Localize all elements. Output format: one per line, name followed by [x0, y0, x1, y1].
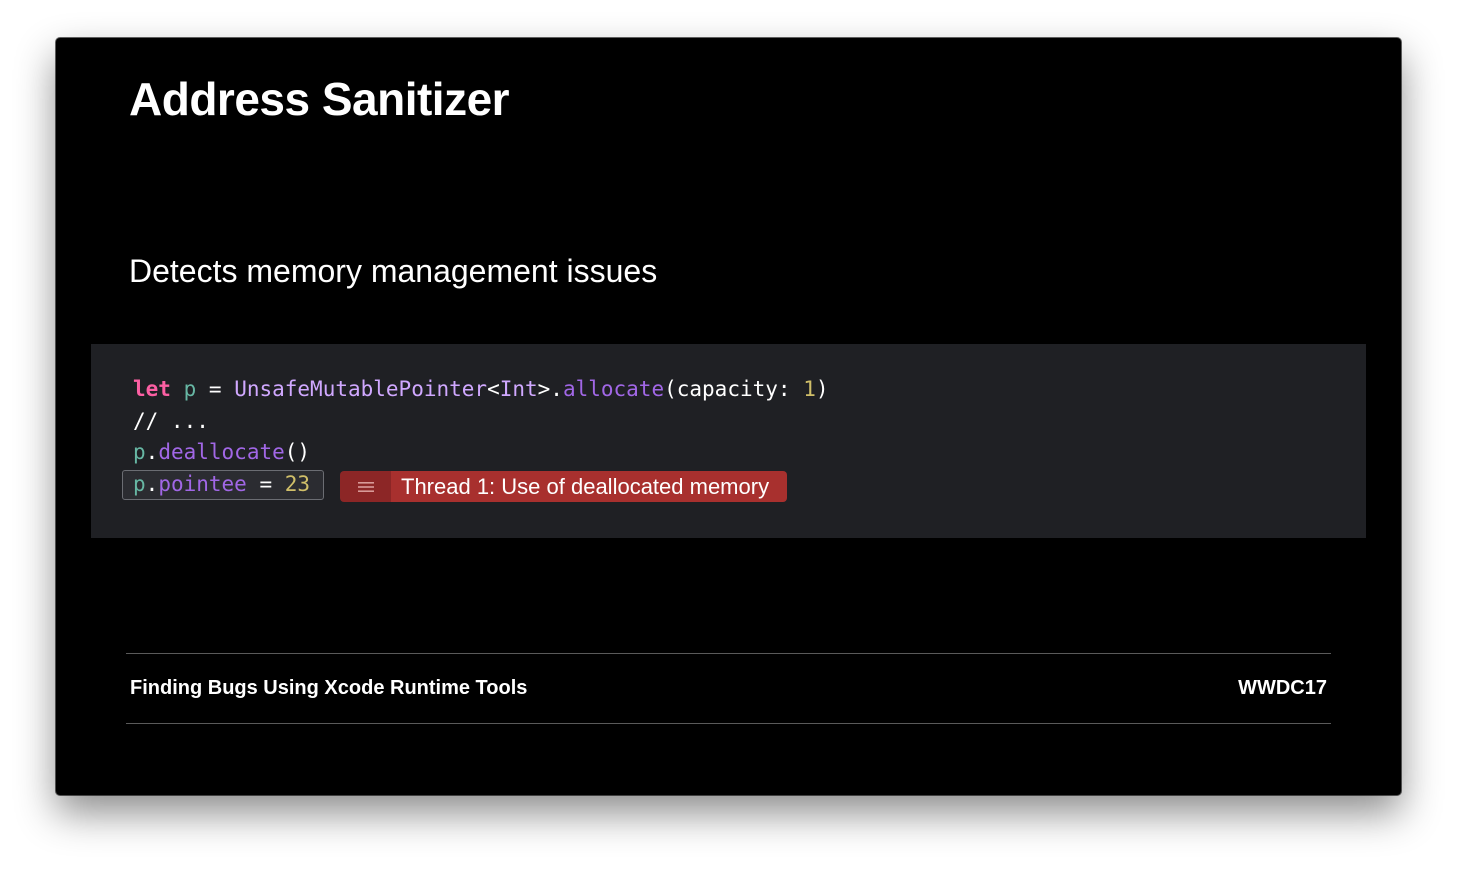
code-line-comment: // ...	[133, 409, 209, 433]
variable-p: p	[133, 472, 146, 496]
slide-window: Address Sanitizer Detects memory managem…	[56, 38, 1401, 795]
slide-title: Address Sanitizer	[129, 73, 510, 125]
runtime-error-badge[interactable]: Thread 1: Use of deallocated memory	[340, 471, 788, 502]
member-dot: .	[145, 440, 159, 464]
code-line-allocate: let p = UnsafeMutablePointer<Int>.alloca…	[133, 375, 829, 403]
footer-divider-bottom	[126, 723, 1331, 724]
args-open: (capacity:	[664, 377, 804, 401]
function-allocate: allocate	[562, 377, 665, 401]
variable-p: p	[183, 377, 197, 401]
property-pointee: pointee	[158, 472, 247, 496]
type-int: Int	[499, 377, 538, 401]
function-deallocate: deallocate	[158, 440, 285, 464]
footer-divider-top	[126, 653, 1331, 654]
code-line-pointee[interactable]: p.pointee = 23	[133, 470, 310, 498]
generic-open: <	[487, 377, 500, 401]
variable-p: p	[133, 440, 146, 464]
list-lines-icon[interactable]	[340, 471, 391, 502]
event-label: WWDC17	[1238, 677, 1327, 699]
operator-assign: =	[246, 472, 285, 496]
call-parens: ()	[284, 440, 311, 464]
member-dot: .	[145, 472, 159, 496]
operator-assign: =	[196, 377, 235, 401]
number-literal-23: 23	[284, 472, 311, 496]
error-message: Thread 1: Use of deallocated memory	[391, 471, 788, 502]
args-close: )	[815, 377, 829, 401]
type-unsafe-mutable-pointer: UnsafeMutablePointer	[234, 377, 488, 401]
session-title: Finding Bugs Using Xcode Runtime Tools	[130, 677, 528, 699]
generic-close-dot: >.	[537, 377, 563, 401]
code-panel: let p = UnsafeMutablePointer<Int>.alloca…	[91, 344, 1366, 538]
number-literal-one: 1	[803, 377, 816, 401]
code-line-deallocate: p.deallocate()	[133, 438, 310, 466]
keyword-let: let	[133, 377, 171, 401]
slide-subtitle: Detects memory management issues	[129, 253, 658, 289]
